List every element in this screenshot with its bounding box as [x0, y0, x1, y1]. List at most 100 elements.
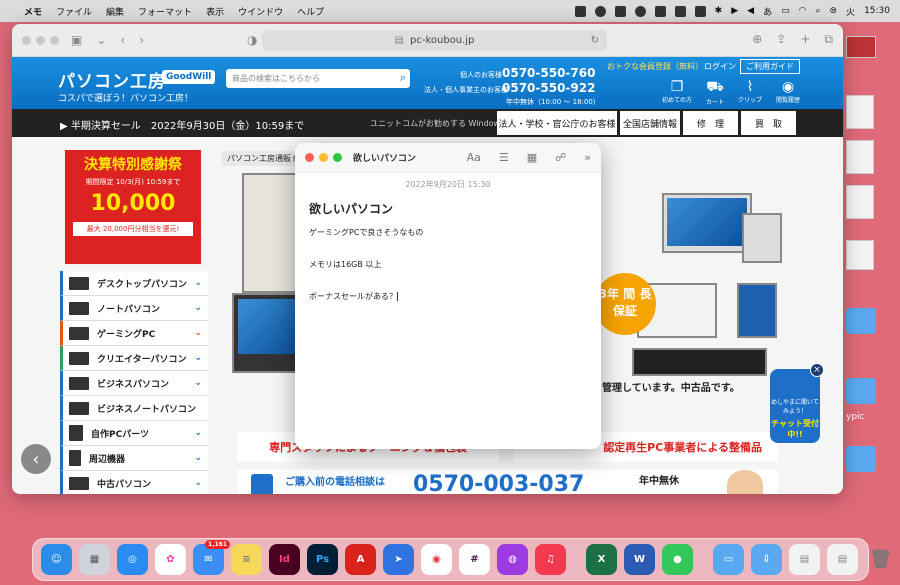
table-icon[interactable]: ▦	[527, 151, 537, 164]
breadcrumb[interactable]: パソコン工房通販ト	[222, 151, 304, 166]
menu-window[interactable]: ウインドウ	[238, 5, 283, 18]
creative-cloud-icon[interactable]	[634, 5, 646, 17]
control-center-icon[interactable]: ⊜	[830, 6, 838, 16]
category-item[interactable]: デスクトップパソコン ⌄	[60, 271, 208, 296]
new-tab-icon[interactable]: +	[800, 32, 810, 47]
first-time-button[interactable]: ❐ 初めての方	[662, 79, 692, 106]
forward-icon[interactable]: ›	[139, 33, 144, 47]
notes-close-button[interactable]	[305, 153, 314, 162]
input-method-icon[interactable]: あ	[763, 5, 772, 18]
note-line[interactable]: ゲーミングPCで良さそうなもの	[309, 227, 587, 237]
tab-overview-icon[interactable]: ⧉	[824, 32, 833, 47]
minimize-button[interactable]	[36, 35, 45, 45]
note-line[interactable]	[309, 275, 587, 285]
chat-close-button[interactable]: ×	[810, 363, 824, 377]
checklist-icon[interactable]: ☰	[499, 151, 509, 164]
desktop-file-thumbnail[interactable]	[846, 185, 874, 219]
chat-widget[interactable]: めしやまに聞いてみよう！ チャット受付中!!	[770, 369, 820, 443]
launchpad-icon[interactable]: ▦	[79, 544, 110, 575]
category-item[interactable]: ビジネスパソコン ⌄	[60, 371, 208, 396]
messages-icon[interactable]: ●	[662, 544, 693, 575]
folder-icon[interactable]: ▭	[713, 544, 744, 575]
phone-consult-banner[interactable]: ご購入前の電話相談は 0570-003-037 年中無休	[237, 470, 778, 494]
campaign-banner[interactable]: 決算特別感謝祭 期間限定 10/3(月) 10:59まで 10,000 最大 2…	[65, 150, 201, 264]
note-editor[interactable]: 欲しいパソコン ゲーミングPCで良さそうなもの メモリは16GB 以上 ボーナス…	[295, 190, 601, 313]
carousel-prev-button[interactable]: ‹	[21, 444, 51, 474]
desktop-folder-icon[interactable]	[846, 446, 876, 472]
photoshop-icon[interactable]: Ps	[307, 544, 338, 575]
cloud-icon[interactable]	[594, 5, 606, 17]
collaborate-icon[interactable]: ☍	[555, 151, 566, 164]
downloads-folder-icon[interactable]: ⇩	[751, 544, 782, 575]
finder-icon[interactable]: ☺	[41, 544, 72, 575]
desktop-file-thumbnail[interactable]	[846, 140, 874, 174]
notes-icon[interactable]: ≡	[231, 544, 262, 575]
menu-help[interactable]: ヘルプ	[297, 5, 324, 18]
trash-icon[interactable]: 🗑	[865, 544, 896, 575]
notes-minimize-button[interactable]	[319, 153, 328, 162]
privacy-shield-icon[interactable]: ◑	[247, 33, 257, 47]
status-icon[interactable]	[574, 5, 586, 17]
chrome-icon[interactable]: ◉	[421, 544, 452, 575]
desktop-file-thumbnail[interactable]	[846, 36, 876, 58]
calendar-icon[interactable]	[694, 5, 706, 17]
podcasts-icon[interactable]: ◍	[497, 544, 528, 575]
excel-icon[interactable]: X	[586, 544, 617, 575]
word-icon[interactable]: W	[624, 544, 655, 575]
category-item[interactable]: クリエイターパソコン ⌄	[60, 346, 208, 371]
format-text-icon[interactable]: Aa	[467, 151, 481, 164]
notes-zoom-button[interactable]	[333, 153, 342, 162]
note-line[interactable]: メモリは16GB 以上	[309, 259, 587, 269]
note-heading[interactable]: 欲しいパソコン	[309, 200, 587, 217]
desktop-file-thumbnail[interactable]	[846, 240, 874, 270]
share-icon[interactable]: ⇪	[776, 32, 786, 47]
note-line-current[interactable]: ボーナスセールがある？	[309, 291, 587, 301]
category-item[interactable]: 周辺機器 ⌄	[60, 446, 208, 471]
nav-stores-button[interactable]: 全国店舗情報	[620, 111, 680, 135]
reload-icon[interactable]: ↻	[591, 35, 599, 46]
photos-icon[interactable]: ✿	[155, 544, 186, 575]
note-line[interactable]	[309, 243, 587, 253]
login-link[interactable]: ログイン	[704, 61, 736, 72]
category-item[interactable]: 自作PCパーツ ⌄	[60, 421, 208, 446]
menu-format[interactable]: フォーマット	[138, 5, 192, 18]
slack-icon[interactable]: #	[459, 544, 490, 575]
site-logo[interactable]: パソコン工房	[58, 67, 166, 92]
menu-clock[interactable]: 15:30	[864, 6, 890, 16]
wifi-icon[interactable]: ◠	[799, 6, 807, 16]
safari-icon[interactable]: ◎	[117, 544, 148, 575]
menu-edit[interactable]: 編集	[106, 5, 124, 18]
site-search-input[interactable]: 商品の検索はこちらから ⌕	[226, 69, 410, 88]
battery-icon[interactable]: ▭	[781, 6, 790, 16]
nav-corporate-button[interactable]: 法人・学校・官公庁のお客様	[497, 111, 617, 135]
app-status-icon[interactable]	[674, 5, 686, 17]
recent-document-icon[interactable]: ▤	[789, 544, 820, 575]
nav-buyback-button[interactable]: 買 取	[741, 111, 796, 135]
desktop-folder-icon[interactable]	[846, 378, 876, 404]
recent-document-icon[interactable]: ▤	[827, 544, 858, 575]
maps-icon[interactable]: ➤	[383, 544, 414, 575]
goodwill-badge[interactable]: GoodWill	[162, 70, 216, 84]
sale-link[interactable]: ▶ 半期決算セール 2022年9月30日（金）10:59まで	[60, 117, 304, 132]
expand-icon[interactable]: »	[584, 151, 591, 164]
search-icon[interactable]: ⌕	[815, 6, 820, 16]
download-icon[interactable]: ⊕	[752, 32, 762, 47]
music-icon[interactable]: ♫	[535, 544, 566, 575]
menu-file[interactable]: ファイル	[56, 5, 92, 18]
desktop-file-thumbnail[interactable]	[846, 95, 874, 129]
desktop-folder-icon[interactable]	[846, 308, 876, 334]
search-icon[interactable]: ⌕	[400, 71, 406, 85]
volume-icon[interactable]: ◀	[747, 6, 754, 16]
category-item[interactable]: ゲーミングPC ⌄	[60, 321, 208, 346]
guide-link[interactable]: ご利用ガイド	[740, 59, 800, 74]
nav-repair-button[interactable]: 修 理	[683, 111, 738, 135]
dropbox-icon[interactable]	[654, 5, 666, 17]
sidebar-icon[interactable]: ▣	[71, 33, 82, 47]
category-item[interactable]: 中古パソコン ⌄	[60, 471, 208, 494]
acrobat-icon[interactable]: A	[345, 544, 376, 575]
category-item[interactable]: ビジネスノートパソコン	[60, 396, 208, 421]
cart-button[interactable]: ⛟ カート	[706, 79, 724, 106]
chevron-down-icon[interactable]: ⌄	[96, 33, 106, 47]
play-icon[interactable]: ▶	[731, 6, 738, 16]
indesign-icon[interactable]: Id	[269, 544, 300, 575]
